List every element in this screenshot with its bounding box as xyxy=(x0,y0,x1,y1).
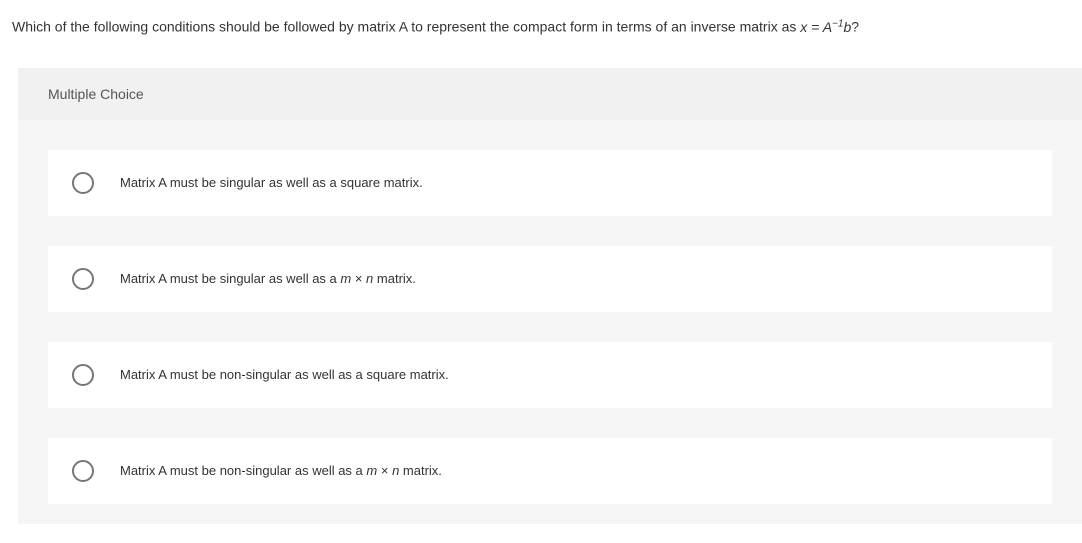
option-2[interactable]: Matrix A must be singular as well as a m… xyxy=(48,246,1052,312)
radio-icon xyxy=(72,172,94,194)
radio-icon xyxy=(72,364,94,386)
option-2-times: × xyxy=(351,271,366,286)
option-2-m: m xyxy=(340,271,351,286)
option-4-text: Matrix A must be non-singular as well as… xyxy=(120,463,442,478)
multiple-choice-header: Multiple Choice xyxy=(18,68,1082,120)
option-3-text: Matrix A must be non-singular as well as… xyxy=(120,367,449,382)
option-4[interactable]: Matrix A must be non-singular as well as… xyxy=(48,438,1052,504)
question-prefix: Which of the following conditions should… xyxy=(12,19,800,35)
option-2-text: Matrix A must be singular as well as a m… xyxy=(120,271,416,286)
question-text: Which of the following conditions should… xyxy=(0,0,1082,68)
options-area: Matrix A must be singular as well as a s… xyxy=(18,120,1082,524)
option-1-text: Matrix A must be singular as well as a s… xyxy=(120,175,423,190)
formula-exp: −1 xyxy=(832,18,843,29)
option-2-prefix: Matrix A must be singular as well as a xyxy=(120,271,340,286)
question-suffix: ? xyxy=(851,19,859,35)
radio-icon xyxy=(72,268,94,290)
option-3[interactable]: Matrix A must be non-singular as well as… xyxy=(48,342,1052,408)
option-4-suffix: matrix. xyxy=(399,463,442,478)
multiple-choice-container: Multiple Choice Matrix A must be singula… xyxy=(18,68,1082,524)
option-1[interactable]: Matrix A must be singular as well as a s… xyxy=(48,150,1052,216)
option-4-times: × xyxy=(377,463,392,478)
option-4-prefix: Matrix A must be non-singular as well as… xyxy=(120,463,366,478)
formula-eq: = xyxy=(807,19,822,35)
option-2-suffix: matrix. xyxy=(373,271,416,286)
radio-icon xyxy=(72,460,94,482)
option-4-m: m xyxy=(366,463,377,478)
formula-a: A xyxy=(823,19,832,35)
